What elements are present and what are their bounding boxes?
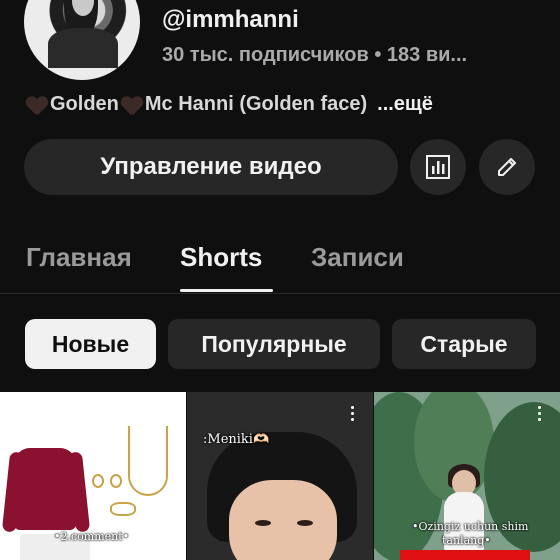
active-tab-indicator (180, 289, 273, 292)
pencil-icon (498, 158, 516, 176)
analytics-button[interactable] (410, 139, 466, 195)
channel-tabs: Главная Shorts Записи (0, 230, 560, 294)
short-caption: •Ozingiz uchun shim (412, 520, 529, 533)
more-options-icon[interactable] (538, 406, 542, 422)
short-thumbnail[interactable]: •Ozingiz uchun shim tanlang• (374, 392, 560, 560)
filter-chip-newest[interactable]: Новые (25, 319, 156, 369)
channel-handle: @immhanni (162, 6, 299, 33)
more-options-icon[interactable] (351, 406, 355, 422)
short-caption: •2.comment• (54, 530, 130, 543)
short-caption: :Meniki🫶🏻 (203, 432, 270, 447)
description-text-mid: Mc Hanni (Golden face) (144, 93, 368, 115)
channel-stats: 30 тыс. подписчиков • 183 ви... (162, 44, 468, 66)
filter-chip-oldest[interactable]: Старые (392, 319, 536, 369)
filter-chip-popular[interactable]: Популярные (168, 319, 380, 369)
edit-channel-button[interactable] (479, 139, 535, 195)
short-caption: tanlang• (442, 534, 491, 547)
short-thumbnail[interactable]: •2.comment• (0, 392, 186, 560)
tab-shorts[interactable]: Shorts (180, 242, 262, 273)
tab-posts[interactable]: Записи (311, 242, 404, 273)
channel-avatar[interactable] (24, 0, 140, 80)
short-thumbnail[interactable]: :Meniki🫶🏻 (187, 392, 373, 560)
heart-icon (26, 95, 48, 115)
description-more-link[interactable]: ...ещё (377, 93, 433, 116)
manage-videos-button[interactable]: Управление видео (24, 139, 398, 195)
bar-chart-icon (426, 155, 450, 179)
heart-icon (121, 95, 143, 115)
channel-description[interactable]: Golden Mc Hanni (Golden face) ...ещё (26, 93, 433, 116)
tab-home[interactable]: Главная (26, 242, 132, 273)
description-text: Golden (50, 93, 119, 115)
